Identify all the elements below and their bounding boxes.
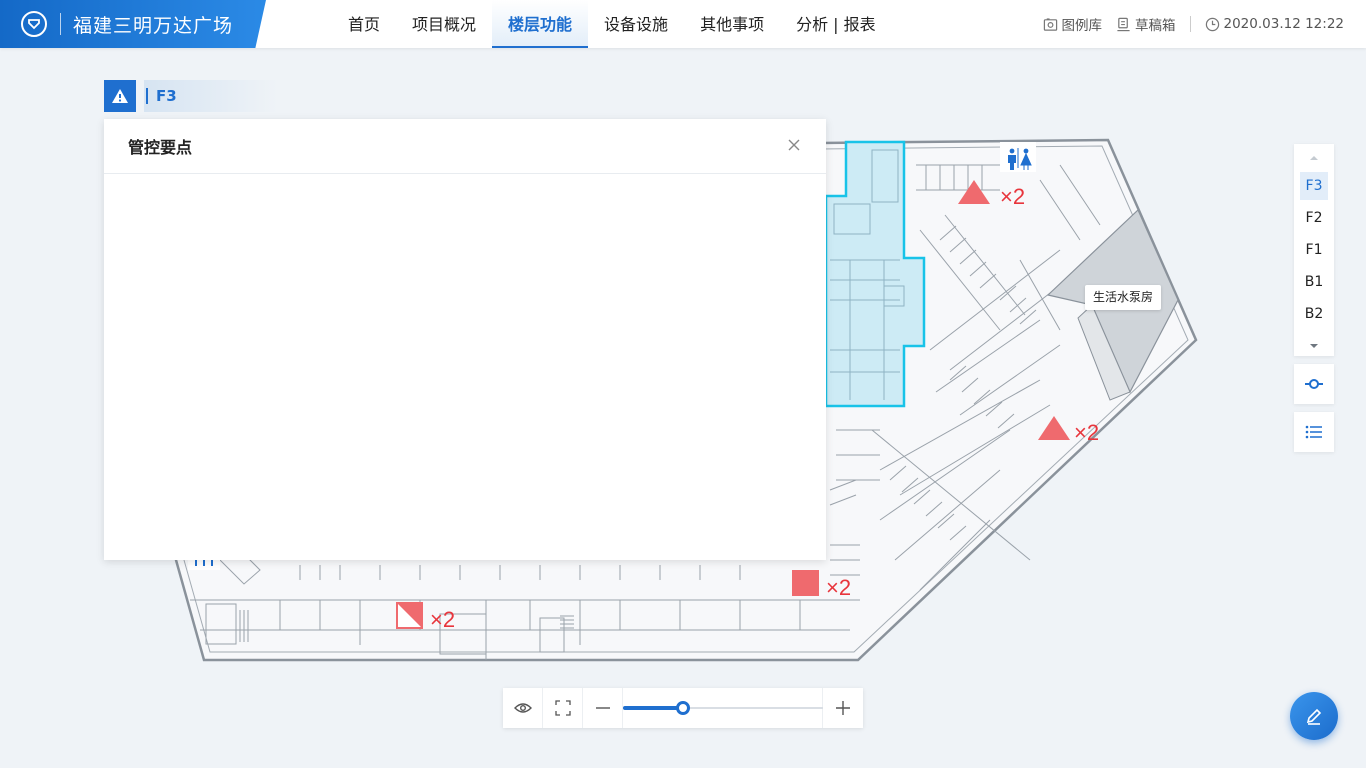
plus-icon [836, 701, 850, 715]
floor-switcher: F3 F2 F1 B1 B2 [1294, 144, 1334, 356]
nav-analysis-report[interactable]: 分析 | 报表 [780, 0, 892, 48]
control-points-panel: 管控要点 [104, 119, 826, 560]
brand[interactable]: 福建三明万达广场 [0, 0, 266, 48]
nav-home[interactable]: 首页 [332, 0, 396, 48]
floor-option-b1[interactable]: B1 [1300, 268, 1328, 296]
legend-library-link[interactable]: 图例库 [1043, 14, 1103, 34]
marker-count: ×2 [1000, 184, 1025, 209]
floor-option-f2[interactable]: F2 [1300, 204, 1328, 232]
wanda-logo-icon [21, 11, 47, 37]
draft-box-link[interactable]: 草稿箱 [1116, 14, 1176, 34]
marker-count: ×2 [826, 575, 851, 600]
floor-up-arrow[interactable] [1294, 144, 1334, 172]
warning-icon [112, 89, 128, 103]
eye-icon [513, 703, 532, 713]
current-floor-tag: F3 [104, 80, 278, 112]
floor-option-b2[interactable]: B2 [1300, 300, 1328, 328]
close-icon[interactable] [786, 137, 802, 153]
header-divider [1189, 16, 1191, 32]
nav-floor-function[interactable]: 楼层功能 [492, 0, 589, 48]
zoom-slider[interactable] [623, 688, 823, 728]
nav-other-items[interactable]: 其他事项 [684, 0, 780, 48]
room-label-water-pump[interactable]: 生活水泵房 [1085, 285, 1162, 310]
marker-count: ×2 [1074, 420, 1099, 445]
clock-icon [1205, 17, 1219, 31]
top-header: 福建三明万达广场 首页 项目概况 楼层功能 设备设施 其他事项 分析 | 报表 … [0, 0, 1366, 48]
legend-library-label: 图例库 [1061, 18, 1103, 34]
route-button[interactable] [1294, 364, 1334, 404]
main-nav: 首页 项目概况 楼层功能 设备设施 其他事项 分析 | 报表 [332, 0, 892, 48]
project-title: 福建三明万达广场 [73, 14, 234, 37]
floor-down-arrow[interactable] [1294, 332, 1334, 360]
panel-title: 管控要点 [104, 119, 826, 174]
fullscreen-button[interactable] [543, 688, 583, 728]
header-tools: 图例库 草稿箱 2020.03.12 12:22 [1029, 0, 1345, 48]
visibility-button[interactable] [503, 688, 543, 728]
warning-button[interactable] [104, 80, 136, 112]
floor-option-f3[interactable]: F3 [1300, 172, 1328, 200]
fullscreen-icon [554, 700, 571, 716]
brand-divider [60, 13, 61, 35]
route-icon [1305, 379, 1323, 389]
current-floor-label: F3 [144, 80, 278, 112]
zoom-in-button[interactable] [823, 688, 863, 728]
list-button[interactable] [1294, 412, 1334, 452]
chevron-down-icon [1310, 344, 1318, 348]
marker-count: ×2 [430, 607, 455, 632]
draft-box-label: 草稿箱 [1135, 18, 1176, 34]
restroom-icon [1000, 142, 1036, 172]
edit-icon [1306, 708, 1322, 725]
datetime-text: 2020.03.12 12:22 [1223, 16, 1345, 32]
nav-project-overview[interactable]: 项目概况 [396, 0, 492, 48]
minus-icon [595, 707, 610, 709]
map-toolbar [503, 688, 863, 728]
draft-icon [1117, 17, 1130, 31]
nav-equipment[interactable]: 设备设施 [588, 0, 684, 48]
datetime-display: 2020.03.12 12:22 [1205, 16, 1345, 32]
list-icon [1305, 425, 1322, 439]
zoom-out-button[interactable] [583, 688, 623, 728]
zoom-slider-thumb[interactable] [676, 701, 690, 715]
chevron-up-icon [1310, 156, 1318, 160]
edit-button[interactable] [1290, 692, 1338, 740]
picture-icon [1043, 17, 1057, 31]
zoom-slider-fill [623, 706, 683, 710]
floor-option-f1[interactable]: F1 [1300, 236, 1328, 264]
